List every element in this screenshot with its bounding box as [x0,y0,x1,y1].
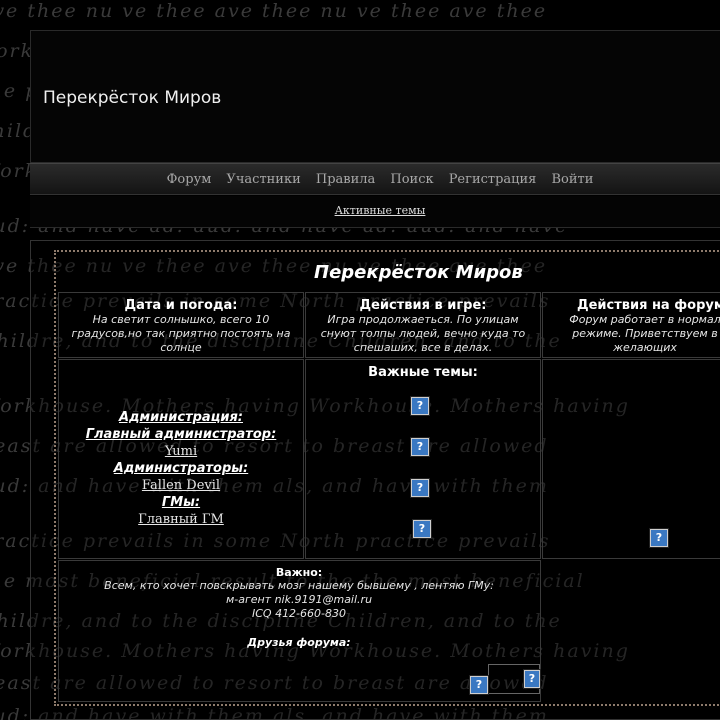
administration-list: Администрация: Главный администратор: Yu… [59,409,303,528]
board-title: Перекрёсток Миров [314,262,523,283]
game-actions-heading: Действия в игре: [359,298,487,313]
weather-cell: Дата и погода: На светит солнышко, всего… [58,292,304,358]
friends-label: Друзья форума: [247,636,351,649]
main-admin-label: Главный администратор: [85,427,277,442]
admin-link-fallen-devil[interactable]: Fallen Devil [59,477,303,494]
right-info-cell [542,359,720,559]
forum-actions-cell: Действия на форум Форум работает в норма… [542,292,720,358]
question-image-icon[interactable]: ? [411,479,429,497]
nav-register[interactable]: Регистрация [449,164,537,196]
question-image-icon[interactable]: ? [411,397,429,415]
forum-actions-text: Форум работает в нормал режиме. Приветст… [569,313,720,354]
site-header: Перекрёсток Миров [30,30,720,163]
question-image-icon[interactable]: ? [650,529,668,547]
weather-text: На светит солнышко, всего 10 градусов,но… [71,313,291,354]
important-topics-heading: Важные темы: [368,365,478,380]
nav-rules[interactable]: Правила [316,164,375,196]
question-image-icon[interactable]: ? [413,520,431,538]
administration-label: Администрация: [119,410,243,425]
notice-email: м-агент nik.9191@mail.ru [225,593,373,606]
forum-actions-heading: Действия на форум [577,298,720,313]
site-title[interactable]: Перекрёсток Миров [43,88,221,108]
gm-link-main[interactable]: Главный ГМ [59,511,303,528]
nav-search[interactable]: Поиск [390,164,433,196]
nav-members[interactable]: Участники [226,164,300,196]
question-image-icon[interactable]: ? [470,676,488,694]
gms-label: ГМы: [161,495,201,510]
active-topics-bar: Активные темы [30,196,720,228]
weather-heading: Дата и погода: [124,298,238,313]
question-image-icon[interactable]: ? [411,438,429,456]
main-navigation: Форум Участники Правила Поиск Регистраци… [30,163,720,195]
notice-icq: ICQ 412-660-830 [251,607,346,620]
game-actions-text: Игра продолжаеться. По улицам снуют толп… [320,313,526,354]
administration-cell: Администрация: Главный администратор: Yu… [58,359,304,559]
notice-block: Важно: Всем, кто хочет повскрывать мозг … [58,566,540,621]
nav-forum[interactable]: Форум [167,164,212,196]
question-image-icon[interactable]: ? [524,670,540,688]
game-actions-cell: Действия в игре: Игра продолжаеться. По … [305,292,541,358]
notice-line: Всем, кто хочет повскрывать мозг нашему … [104,579,494,592]
admins-label: Администраторы: [113,461,249,476]
notice-title: Важно: [275,566,323,579]
nav-login[interactable]: Войти [551,164,593,196]
active-topics-link[interactable]: Активные темы [335,204,426,217]
main-admin-link[interactable]: Yumi [59,443,303,460]
